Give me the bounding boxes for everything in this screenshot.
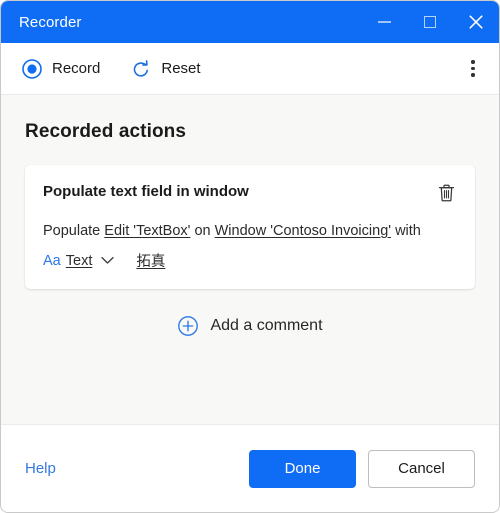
close-icon	[469, 15, 483, 29]
overflow-dot	[471, 73, 475, 77]
window-controls	[361, 1, 499, 43]
chevron-down-icon	[101, 256, 114, 265]
action-card-header: Populate text field in window	[43, 181, 457, 206]
record-icon	[19, 56, 45, 82]
section-title: Recorded actions	[25, 121, 187, 142]
close-button[interactable]	[453, 1, 499, 43]
delete-action-button[interactable]	[433, 180, 459, 206]
desc-prefix: Populate	[43, 223, 101, 239]
action-description: Populate Edit 'TextBox' on Window 'Conto…	[43, 220, 457, 243]
more-options-button[interactable]	[457, 53, 489, 85]
overflow-dot	[471, 66, 475, 71]
recorder-window: Recorder Record Reset Recorded actions P…	[0, 0, 500, 513]
add-comment-label: Add a comment	[210, 317, 323, 335]
help-link[interactable]: Help	[25, 460, 56, 477]
desc-connector: on	[194, 223, 211, 239]
value-text[interactable]: 拓真	[136, 250, 165, 271]
reset-icon	[128, 56, 154, 82]
trash-icon	[438, 184, 454, 202]
reset-label: Reset	[161, 60, 201, 77]
desc-suffix: with	[395, 223, 421, 239]
maximize-icon	[424, 16, 436, 28]
minimize-button[interactable]	[361, 1, 407, 43]
reset-button[interactable]: Reset	[122, 52, 210, 86]
action-title: Populate text field in window	[43, 183, 249, 200]
record-label: Record	[52, 60, 101, 77]
minimize-icon	[377, 21, 391, 23]
add-comment-button[interactable]: Add a comment	[25, 315, 475, 337]
value-row: Aa Text 拓真	[43, 250, 457, 271]
window-param-link[interactable]: Window 'Contoso Invoicing'	[215, 223, 391, 239]
content-area: Recorded actions Populate text field in …	[1, 95, 499, 424]
cancel-button[interactable]: Cancel	[368, 449, 475, 488]
action-card[interactable]: Populate text field in window Populate E…	[25, 165, 475, 290]
done-button[interactable]: Done	[249, 449, 356, 488]
footer-bar: Help Done Cancel	[1, 424, 499, 512]
maximize-button[interactable]	[407, 1, 453, 43]
toolbar: Record Reset	[1, 43, 499, 95]
record-button[interactable]: Record	[13, 52, 110, 86]
title-bar: Recorder	[1, 1, 499, 43]
value-type-label: Text	[65, 252, 93, 269]
value-type-selector[interactable]: Aa Text	[43, 253, 114, 269]
target-param-link[interactable]: Edit 'TextBox'	[104, 223, 190, 239]
text-type-icon: Aa	[43, 252, 61, 269]
plus-circle-icon	[177, 315, 199, 337]
overflow-dot	[471, 60, 475, 64]
window-title: Recorder	[19, 13, 82, 31]
